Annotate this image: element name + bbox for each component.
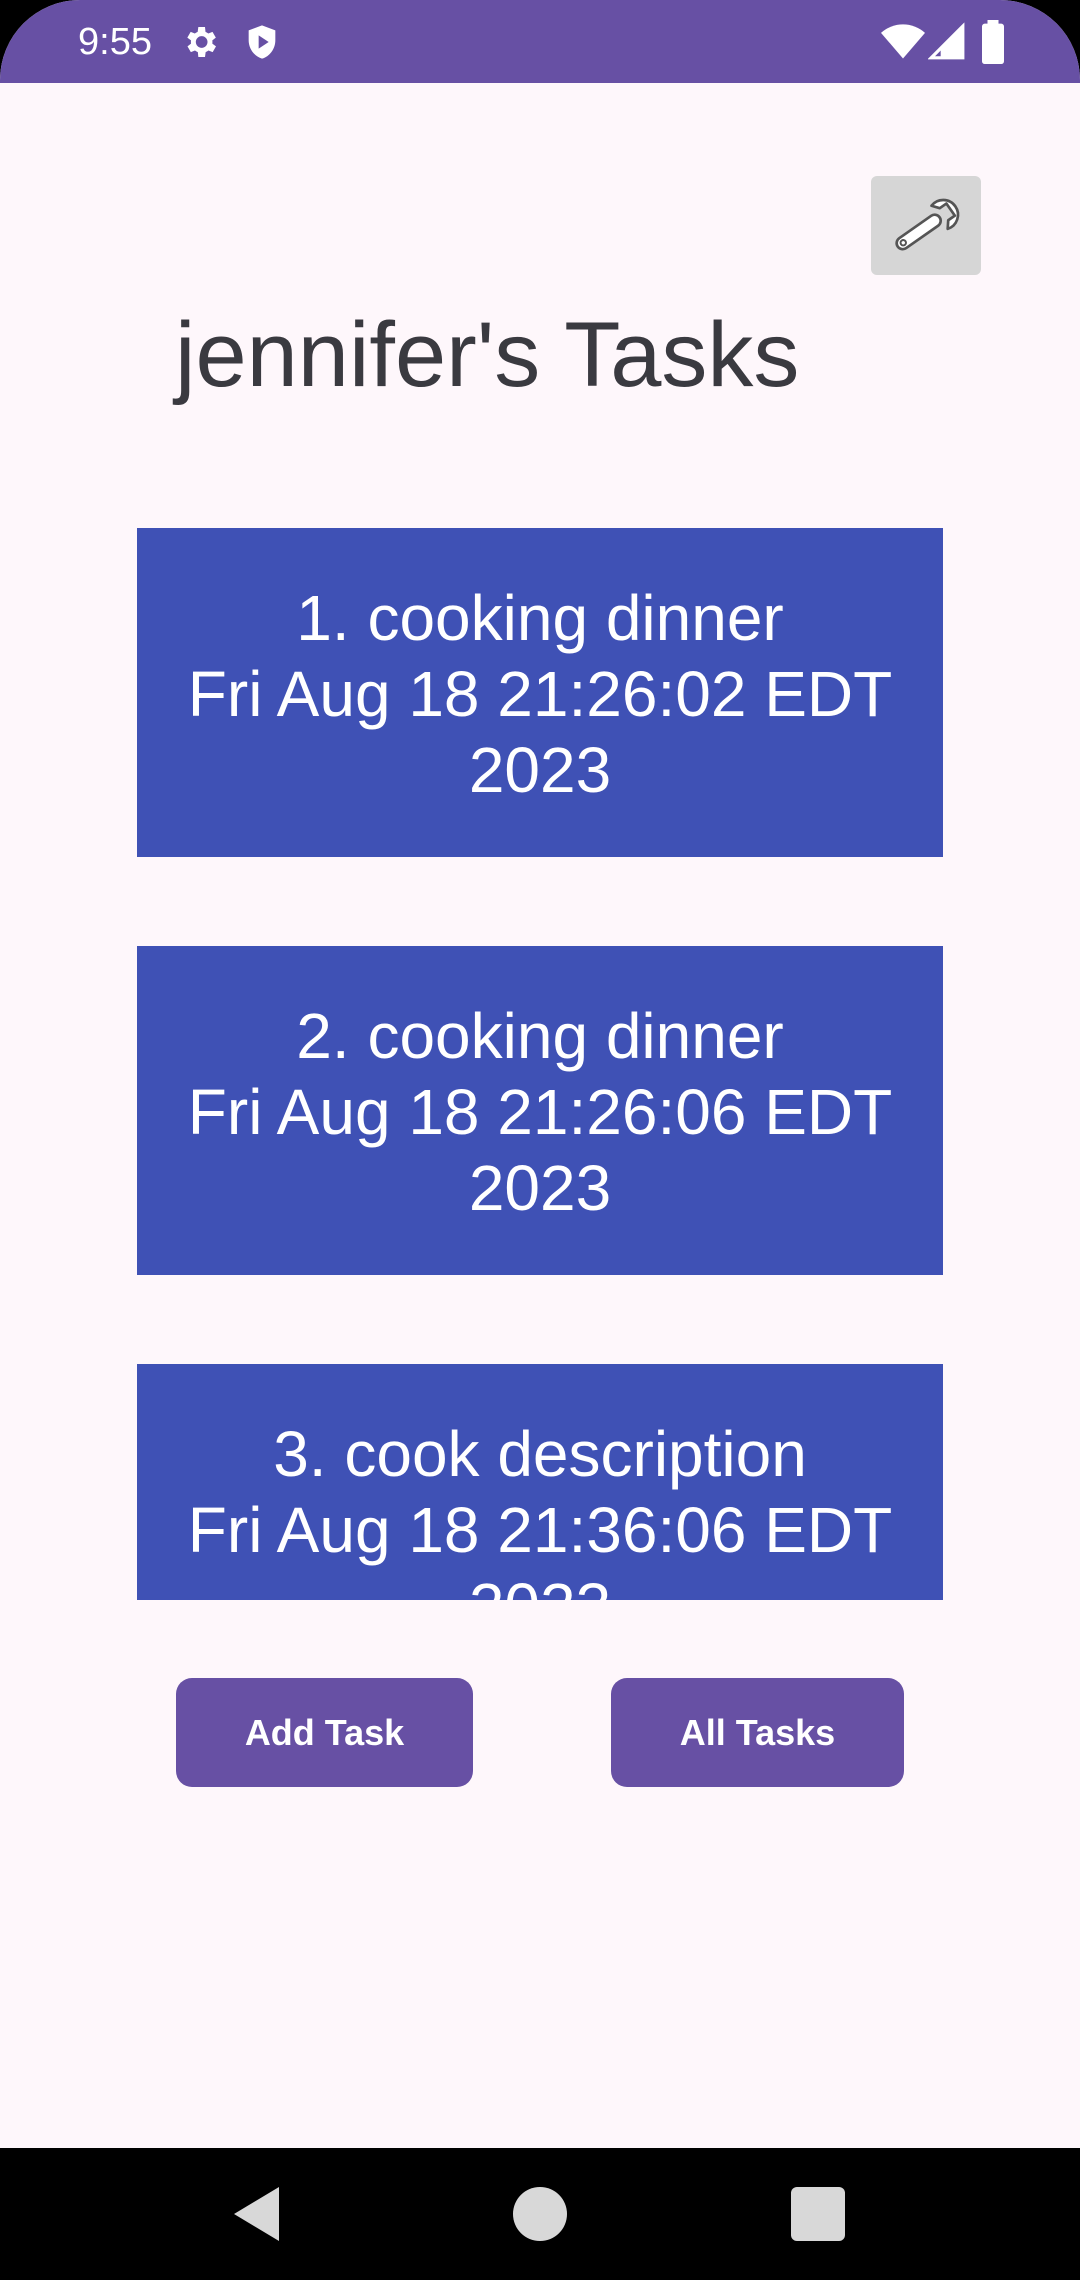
task-item-1[interactable]: 1. cooking dinner Fri Aug 18 21:26:02 ED…: [137, 528, 943, 857]
task-item-3[interactable]: 3. cook description Fri Aug 18 21:36:06 …: [137, 1364, 943, 1600]
task-date: Fri Aug 18 21:36:06 EDT 2023: [187, 1494, 893, 1600]
status-time: 9:55: [78, 21, 152, 63]
task-date: Fri Aug 18 21:26:06 EDT 2023: [187, 1076, 893, 1224]
task-label: 2. cooking dinner: [296, 1000, 784, 1072]
battery-icon: [978, 20, 1008, 64]
add-task-button[interactable]: Add Task: [176, 1678, 473, 1787]
status-bar: 9:55: [0, 0, 1080, 83]
task-label: 3. cook description: [273, 1418, 807, 1490]
task-date: Fri Aug 18 21:26:02 EDT 2023: [187, 658, 893, 806]
all-tasks-button[interactable]: All Tasks: [611, 1678, 904, 1787]
settings-button[interactable]: [871, 176, 981, 275]
phone-frame: 9:55 jennifer's Tasks 1. cooking dinner …: [0, 0, 1080, 2280]
recents-icon[interactable]: [782, 2178, 854, 2250]
home-icon[interactable]: [504, 2178, 576, 2250]
task-list[interactable]: 1. cooking dinner Fri Aug 18 21:26:02 ED…: [137, 528, 943, 1600]
shield-icon: [242, 20, 282, 64]
navigation-bar: [0, 2148, 1080, 2280]
back-icon[interactable]: [222, 2178, 294, 2250]
task-item-2[interactable]: 2. cooking dinner Fri Aug 18 21:26:06 ED…: [137, 946, 943, 1275]
signal-icon: [928, 20, 966, 64]
task-label: 1. cooking dinner: [296, 582, 784, 654]
app-screen: 9:55 jennifer's Tasks 1. cooking dinner …: [0, 0, 1080, 2148]
wifi-icon: [880, 20, 926, 64]
gear-icon: [180, 20, 220, 64]
page-title: jennifer's Tasks: [175, 304, 800, 406]
wrench-icon: [895, 198, 960, 251]
